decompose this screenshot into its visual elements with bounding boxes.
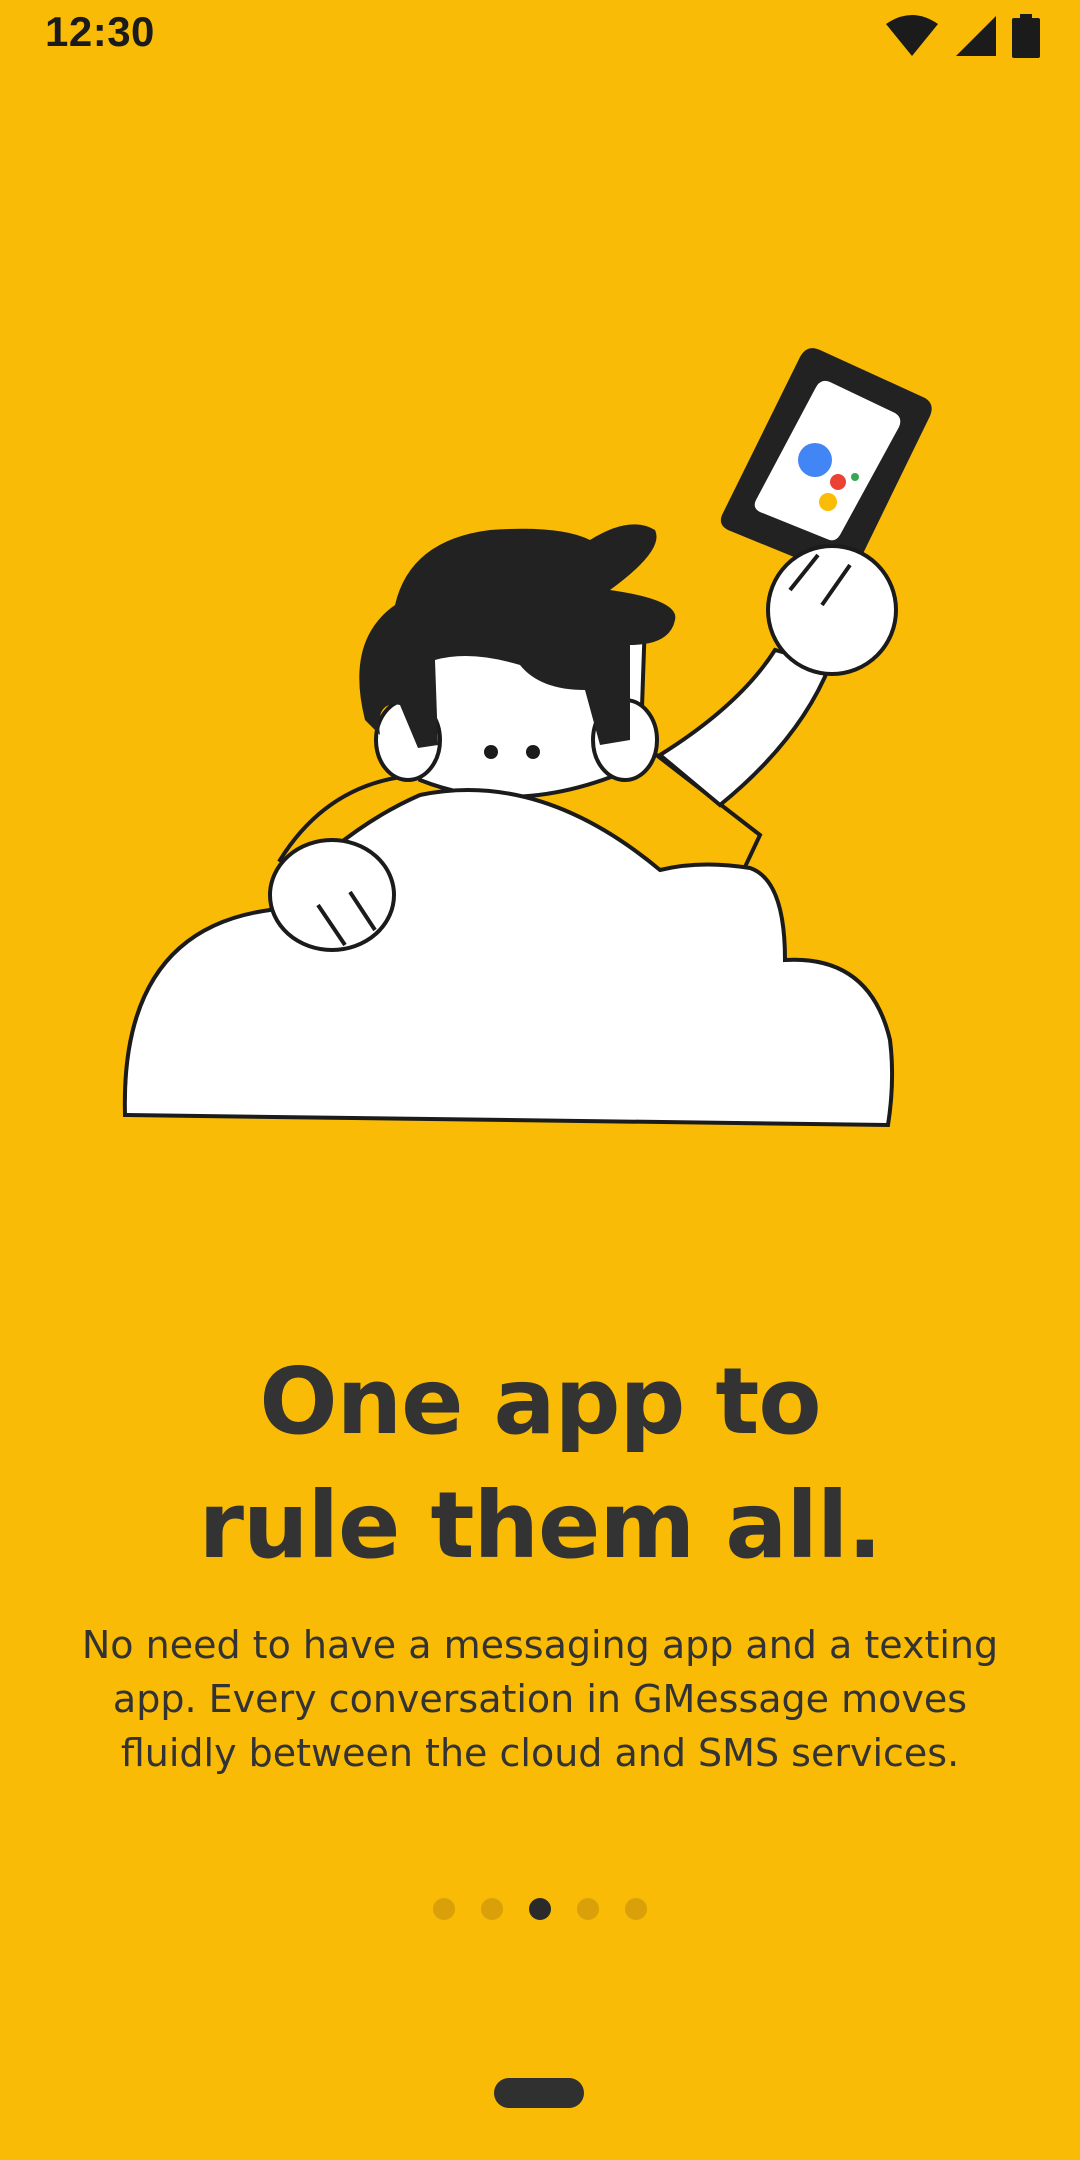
title-line-2: rule them all. xyxy=(198,1472,883,1579)
cell-signal-icon xyxy=(954,14,998,58)
onboarding-title: One app to rule them all. xyxy=(0,1340,1080,1588)
page-dot-4[interactable] xyxy=(577,1898,599,1920)
page-dot-3-active[interactable] xyxy=(529,1898,551,1920)
wifi-icon xyxy=(884,14,940,58)
home-gesture-pill[interactable] xyxy=(494,2078,584,2108)
onboarding-screen: 12:30 One app to rule them all. No need … xyxy=(0,0,1080,2160)
page-indicator xyxy=(0,1898,1080,1920)
status-icons xyxy=(884,14,1040,58)
status-time: 12:30 xyxy=(45,8,155,55)
page-dot-5[interactable] xyxy=(625,1898,647,1920)
phone-drawing xyxy=(720,348,932,577)
page-dot-2[interactable] xyxy=(481,1898,503,1920)
onboarding-description: No need to have a messaging app and a te… xyxy=(81,1623,999,1775)
status-bar: 12:30 xyxy=(0,0,1080,72)
battery-icon xyxy=(1012,14,1040,58)
title-line-1: One app to xyxy=(259,1348,821,1455)
page-dot-1[interactable] xyxy=(433,1898,455,1920)
person-on-cloud-illustration xyxy=(0,330,1080,1150)
